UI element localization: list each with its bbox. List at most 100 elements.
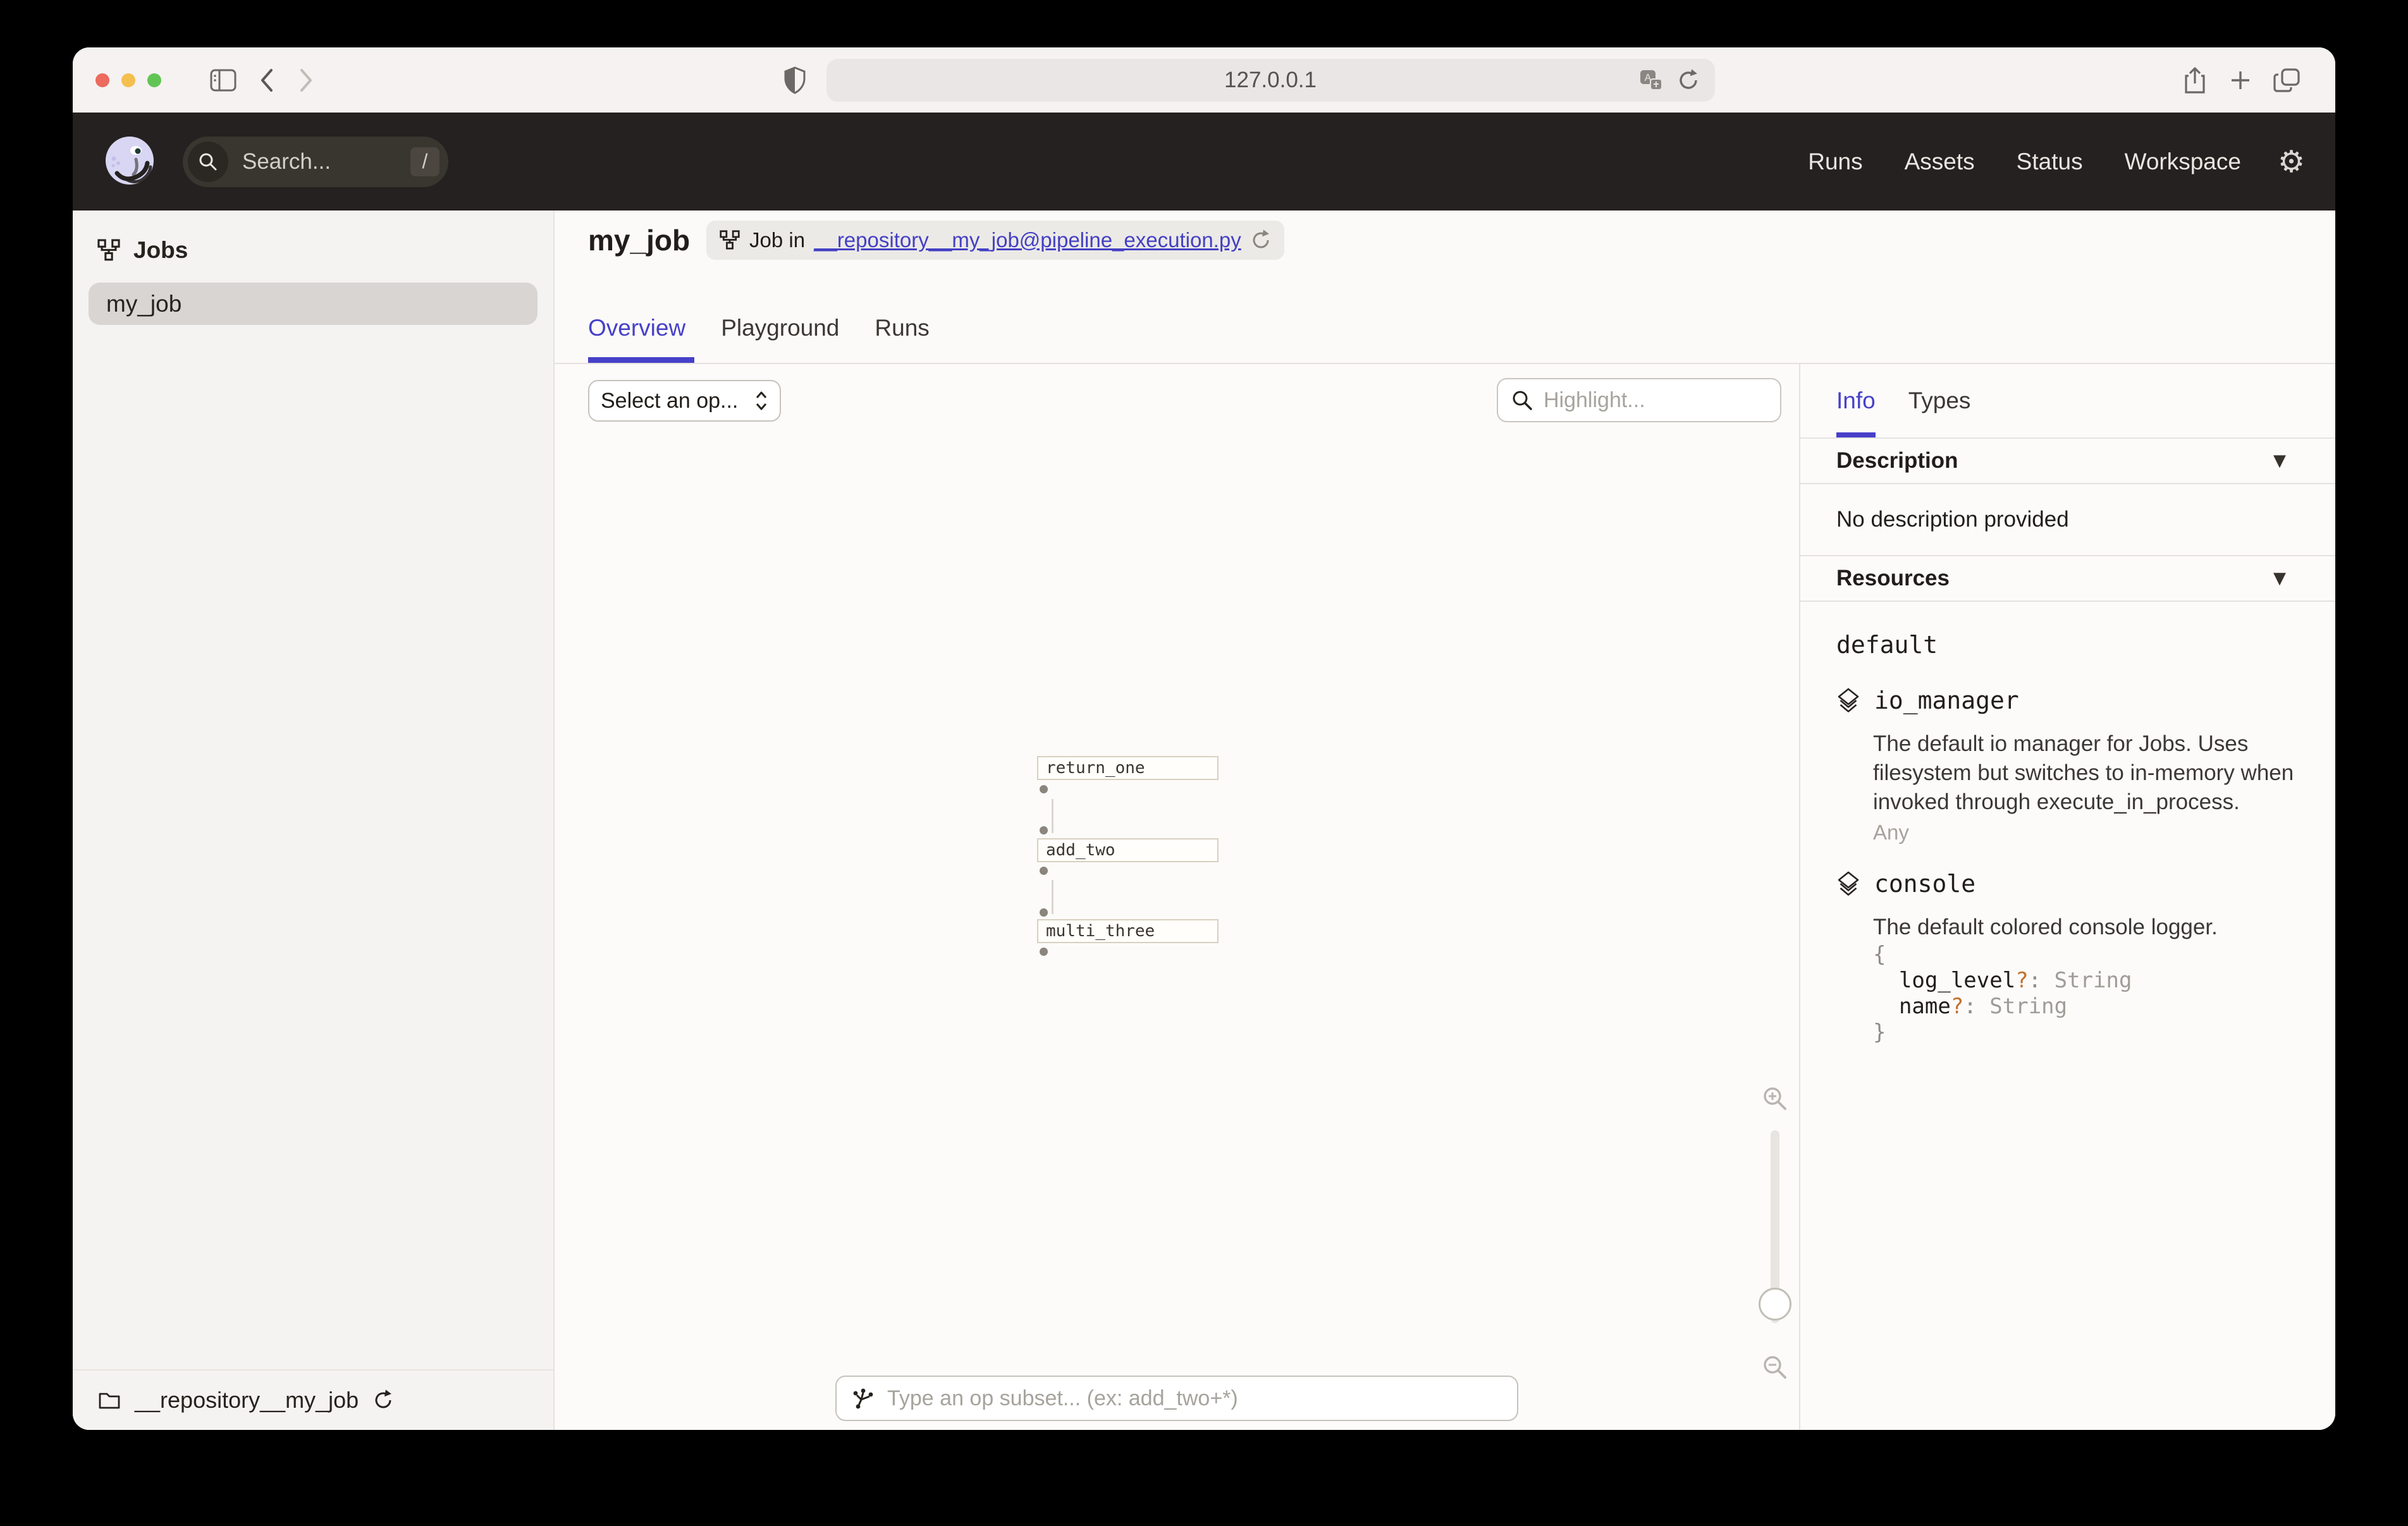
op-node-add-two[interactable]: add_two [1037,838,1219,862]
letterbox-background: 127.0.0.1 A [0,0,2408,1526]
output-port-dot [1040,948,1048,956]
zoom-in-icon[interactable] [1761,1085,1789,1113]
op-selector-label: Select an op... [601,389,746,413]
op-subset-input[interactable]: Type an op subset... (ex: add_two+*) [835,1376,1518,1421]
chevron-updown-icon [754,390,768,412]
zoom-out-icon[interactable] [1761,1353,1789,1381]
description-section-header[interactable]: Description ▼ [1800,439,2335,484]
translate-icon[interactable]: A [1639,68,1664,93]
op-subset-placeholder: Type an op subset... (ex: add_two+*) [887,1386,1238,1411]
app-header: Search... / Runs Assets Status Workspace… [73,113,2335,211]
sidebar-header: Jobs [73,211,553,264]
browser-toolbar: 127.0.0.1 A [73,47,2335,113]
folder-icon [98,1390,121,1410]
nav-runs[interactable]: Runs [1808,149,1862,175]
tab-info[interactable]: Info [1836,364,1876,437]
search-icon [1511,389,1533,412]
tab-overview[interactable]: Overview [588,315,685,363]
config-key: name [1899,994,1951,1019]
resource-icon [1836,688,1860,713]
nav-status[interactable]: Status [2017,149,2083,175]
nav-assets[interactable]: Assets [1905,149,1975,175]
config-optional-marker: ? [1951,994,1963,1019]
global-search-input[interactable]: Search... / [183,137,448,187]
zoom-controls [1757,1085,1793,1381]
jobs-icon [97,239,121,262]
description-body: No description provided [1800,484,2335,556]
highlight-input[interactable]: Highlight... [1497,378,1781,422]
new-tab-icon[interactable] [2228,68,2253,93]
edge-line [1052,799,1054,833]
tab-runs[interactable]: Runs [875,315,929,363]
job-tag-prefix: Job in [749,228,805,252]
dagster-logo[interactable] [103,135,156,188]
resource-description: The default colored console logger. [1873,913,2303,942]
minimize-window-button[interactable] [121,73,135,87]
resource-name: io_manager [1874,687,2019,714]
sidebar-footer: __repository__my_job [73,1369,553,1430]
repository-link[interactable]: __repository__my_job@pipeline_execution.… [814,228,1241,252]
resource-type: Any [1873,821,2310,845]
reload-job-icon[interactable] [1250,229,1272,251]
tab-types[interactable]: Types [1908,364,1971,437]
resource-io-manager: io_manager The default io manager for Jo… [1836,687,2310,845]
config-colon: : [1963,994,1989,1019]
job-icon [719,230,740,250]
zoom-window-button[interactable] [147,73,161,87]
resource-console: console The default colored console logg… [1836,870,2310,1046]
chevron-down-icon: ▼ [2273,451,2286,470]
resources-content: default io_manager [1800,602,2335,1071]
resources-section-header[interactable]: Resources ▼ [1800,556,2335,602]
config-optional-marker: ? [2015,968,2028,993]
edge-line [1052,880,1054,914]
address-bar-icons: A [1639,59,1701,102]
resource-group-name: default [1836,631,2310,659]
search-shortcut-badge: / [410,147,439,176]
main-body: Select an op... Highlight... [555,364,2335,1430]
op-node-multi-three[interactable]: multi_three [1037,919,1219,943]
info-panel-tabs: Info Types [1800,364,2335,439]
config-brace-open: { [1873,942,2310,968]
zoom-slider-handle[interactable] [1759,1288,1791,1321]
browser-window: 127.0.0.1 A [73,47,2335,1430]
share-icon[interactable] [2182,66,2208,95]
reload-icon[interactable] [1676,68,1701,93]
config-type: String [1989,994,2067,1019]
zoom-slider-track[interactable] [1771,1130,1779,1323]
input-port-dot [1040,826,1048,834]
traffic-lights [95,73,161,87]
sidebar-item-label: my_job [106,291,181,317]
output-port-dot [1040,785,1048,793]
forward-icon[interactable] [297,66,316,94]
tab-overview-icon[interactable] [2273,67,2302,94]
job-origin-tag: Job in __repository__my_job@pipeline_exe… [706,221,1284,260]
description-title: Description [1836,448,1958,473]
op-subset-graph-icon [851,1386,876,1411]
title-row: my_job Job in __repository__my_job@pipel… [588,221,1284,260]
search-placeholder: Search... [242,149,410,174]
op-selector-dropdown[interactable]: Select an op... [588,380,781,422]
tab-playground[interactable]: Playground [721,315,839,363]
privacy-shield-icon[interactable] [783,66,806,94]
nav-workspace[interactable]: Workspace [2125,149,2241,175]
sidebar-title: Jobs [133,237,188,264]
resource-body: The default colored console logger. { lo… [1873,913,2310,1046]
resource-description: The default io manager for Jobs. Uses fi… [1873,729,2303,817]
resource-head: io_manager [1836,687,2310,714]
settings-gear-icon[interactable]: ⚙ [2278,144,2305,180]
sidebar-item-my-job[interactable]: my_job [89,283,538,325]
op-graph-panel: Select an op... Highlight... [555,364,1799,1430]
sidebar-toggle-icon[interactable] [209,68,237,92]
config-field: name?: String [1873,994,2310,1020]
info-panel: Info Types Description ▼ No description … [1799,364,2335,1430]
close-window-button[interactable] [95,73,109,87]
page-title: my_job [588,223,690,257]
main-area: my_job Job in __repository__my_job@pipel… [555,211,2335,1430]
back-icon[interactable] [257,66,276,94]
reload-repository-icon[interactable] [372,1389,394,1411]
config-field: log_level?: String [1873,968,2310,994]
address-bar[interactable]: 127.0.0.1 A [826,59,1715,102]
op-node-return-one[interactable]: return_one [1037,756,1219,780]
highlight-placeholder: Highlight... [1544,388,1645,413]
url-text: 127.0.0.1 [1224,68,1317,93]
